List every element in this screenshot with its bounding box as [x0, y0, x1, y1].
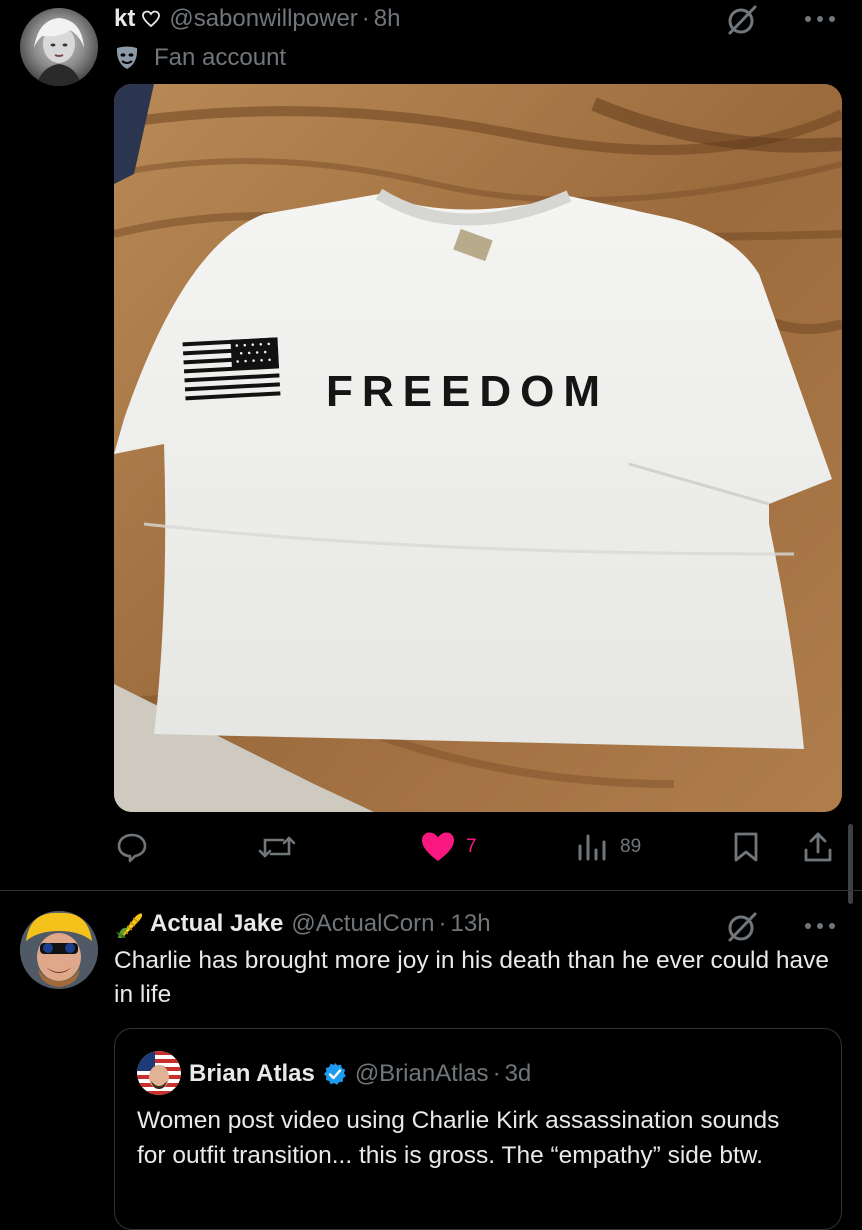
reply-icon: [117, 833, 147, 863]
display-name[interactable]: kt: [114, 5, 135, 33]
avatar[interactable]: [137, 1051, 181, 1095]
timestamp[interactable]: 13h: [451, 910, 491, 938]
grok-icon[interactable]: [722, 909, 762, 945]
separator: ·: [492, 1060, 501, 1087]
display-name[interactable]: Actual Jake: [150, 910, 283, 938]
theater-mask-icon: [114, 45, 140, 71]
handle[interactable]: @BrianAtlas: [355, 1060, 489, 1088]
avatar[interactable]: [20, 8, 98, 86]
timestamp[interactable]: 3d: [505, 1060, 532, 1088]
handle[interactable]: @ActualCorn: [291, 910, 434, 938]
timestamp[interactable]: 8h: [374, 5, 401, 33]
grok-icon[interactable]: [722, 2, 762, 38]
account-label: Fan account: [154, 44, 287, 71]
avatar[interactable]: [20, 911, 98, 989]
views-button[interactable]: 89: [576, 830, 641, 864]
verified-badge-icon: [323, 1062, 347, 1086]
more-icon[interactable]: [800, 911, 840, 941]
repost-icon: [258, 836, 296, 858]
bookmark-icon: [734, 832, 758, 862]
shirt-text: FREEDOM: [326, 367, 609, 416]
post-text: Charlie has brought more joy in his deat…: [114, 947, 830, 1008]
quoted-text: Women post video using Charlie Kirk assa…: [137, 1107, 780, 1169]
like-button[interactable]: 7: [420, 830, 477, 864]
like-count: 7: [466, 836, 477, 857]
bookmark-button[interactable]: [726, 830, 766, 864]
reply-button[interactable]: [112, 830, 152, 864]
heart-outline-icon: [141, 9, 161, 29]
share-button[interactable]: [798, 830, 838, 864]
post-1[interactable]: kt @sabonwillpower · 8h Fan account FREE…: [0, 0, 862, 904]
display-name[interactable]: Brian Atlas: [189, 1060, 315, 1088]
post-2[interactable]: Actual Jake @ActualCorn · 13h Charlie ha…: [0, 891, 862, 1230]
separator: ·: [361, 5, 370, 32]
corn-emoji-icon: [114, 908, 146, 940]
handle[interactable]: @sabonwillpower: [169, 5, 357, 33]
separator: ·: [438, 910, 447, 937]
share-icon: [804, 832, 832, 862]
quoted-post[interactable]: Brian Atlas @BrianAtlas · 3d Women post …: [114, 1028, 842, 1230]
post-image[interactable]: FREEDOM: [114, 84, 842, 812]
heart-icon: [422, 832, 454, 861]
views-icon: [578, 834, 606, 861]
views-count: 89: [620, 836, 642, 857]
more-icon[interactable]: [800, 4, 840, 34]
repost-button[interactable]: [252, 830, 302, 864]
